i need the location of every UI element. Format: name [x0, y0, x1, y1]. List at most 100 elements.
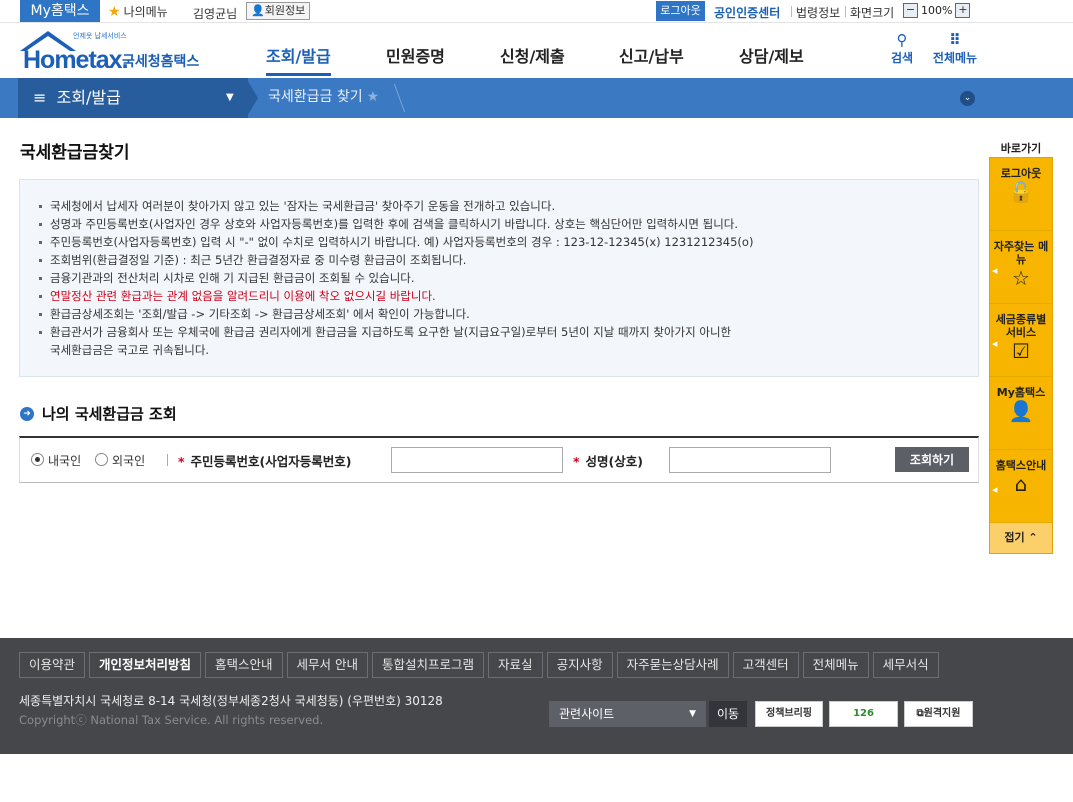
zoom-in-button[interactable]: + — [955, 3, 971, 18]
notice-box: 국세청에서 납세자 여러분이 찾아가지 않고 있는 '잠자는 국세환급금' 찾아… — [19, 179, 979, 377]
quick-my-hometax[interactable]: My홈택스 👤 — [990, 377, 1052, 450]
banner-126[interactable]: 126 — [829, 701, 898, 727]
all-menu-label: 전체메뉴 — [932, 51, 978, 65]
notice-item: 조회범위(환급결정일 기준) : 최근 5년간 환급결정자료 중 미수령 환급금… — [38, 251, 978, 269]
gnb-inquiry[interactable]: 조회/발급 — [266, 43, 331, 67]
dropdown-caret-icon: ▼ — [689, 709, 696, 719]
logo-tagline: 언제옷 납세서비스 — [73, 32, 127, 40]
radio-domestic-label: 내국인 — [48, 454, 82, 468]
member-info-button[interactable]: 👤회원정보 — [246, 2, 311, 20]
chevron-down-icon[interactable]: ⌄ — [960, 91, 975, 106]
user-name: 김영균님 — [193, 7, 238, 21]
footer-link-forms[interactable]: 세무서식 — [872, 652, 939, 678]
radio-foreign[interactable] — [95, 453, 108, 466]
name-input[interactable] — [669, 447, 831, 473]
footer-link-install[interactable]: 통합설치프로그램 — [372, 652, 485, 678]
divider — [167, 454, 168, 466]
footer-address: 세종특별자치시 국세청로 8-14 국세청(정부세종2청사 국세청동) (우편번… — [19, 694, 443, 708]
user-icon: 👤 — [1008, 399, 1034, 423]
refund-search-form: 내국인 외국인 * 주민등록번호(사업자등록번호) * 성명(상호) 조회하기 — [19, 436, 979, 483]
location-bar: ≡ 조회/발급 ▼ 국세환급금 찾기 ★ ⌄ — [0, 78, 1073, 118]
footer-link-guide[interactable]: 홈택스안내 — [205, 652, 283, 678]
logout-button[interactable]: 로그아웃 — [656, 1, 705, 21]
banner-remote-label: 원격지원 — [923, 708, 961, 719]
related-site-label: 관련사이트 — [559, 707, 615, 721]
required-mark: * — [573, 454, 580, 469]
related-site-select[interactable]: 관련사이트 ▼ — [549, 701, 706, 727]
zoom-control: − 100% + — [903, 3, 971, 18]
quick-guide-label: 홈택스안내 — [995, 459, 1047, 472]
notice-item: 금융기관과의 전산처리 시차로 인해 기 지급된 환급금이 조회될 수 있습니다… — [38, 269, 978, 287]
hometax-logo[interactable]: 언제옷 납세서비스 Hometax. 국세청홈택스 — [18, 29, 203, 74]
zoom-level: 100% — [921, 4, 953, 17]
caret-left-icon: ◀ — [992, 267, 998, 275]
breadcrumb-divider — [380, 84, 406, 112]
my-hometax-button[interactable]: My홈택스 — [20, 0, 100, 22]
grid-icon: ⠿ — [949, 31, 961, 49]
quick-tax-service[interactable]: ◀ 세금종류별 서비스 ☑ — [990, 304, 1052, 377]
cert-center-link[interactable]: 공인인증센터 — [714, 4, 780, 21]
notice-item: 주민등록번호(사업자등록번호) 입력 시 "-" 없이 수치로 입력하시기 바랍… — [38, 233, 978, 251]
person-icon: 👤 — [251, 4, 265, 17]
quick-fold-label: 접기 — [1004, 531, 1025, 544]
gnb-report-pay[interactable]: 신고/납부 — [619, 43, 684, 67]
gnb-certificate[interactable]: 민원증명 — [386, 43, 445, 67]
arrow-circle-icon: ➜ — [20, 406, 34, 421]
unlock-icon: 🔓 — [1008, 180, 1034, 204]
star-outline-icon: ☆ — [1012, 266, 1030, 290]
banner-policy-briefing[interactable]: 정책브리핑 — [755, 701, 823, 727]
footer-link-faq[interactable]: 자주묻는상담사례 — [616, 652, 729, 678]
quick-logout[interactable]: 로그아웃 🔓 — [990, 158, 1052, 231]
notice-item: 국세환급금은 국고로 귀속됩니다. — [50, 343, 210, 357]
star-icon: ★ — [108, 3, 121, 20]
quick-favorite-menu[interactable]: ◀ 자주찾는 메뉴 ☆ — [990, 231, 1052, 304]
location-depth1-label: 조회/발급 — [56, 88, 121, 107]
screen-size-label: 화면크기 — [850, 6, 895, 20]
dropdown-caret-icon: ▼ — [226, 92, 234, 103]
separator — [791, 6, 792, 17]
name-label-text: 성명(상호) — [585, 454, 643, 469]
gnb-application[interactable]: 신청/제출 — [500, 43, 565, 67]
move-button[interactable]: 이동 — [709, 701, 747, 727]
all-menu-button[interactable]: ⠿ 전체메뉴 — [930, 31, 980, 66]
notice-item: 환급관서가 금융회사 또는 우체국에 환급금 권리자에게 환급금을 지급하도록 … — [38, 323, 978, 341]
my-menu-label: 나의메뉴 — [123, 5, 168, 19]
id-number-label-text: 주민등록번호(사업자등록번호) — [190, 454, 352, 469]
location-depth1[interactable]: ≡ 조회/발급 — [18, 78, 248, 118]
zoom-out-button[interactable]: − — [903, 3, 918, 18]
footer-link-terms[interactable]: 이용약관 — [19, 652, 86, 678]
quick-hometax-guide[interactable]: ◀ 홈택스안내 ⌂ — [990, 450, 1052, 523]
footer-link-all-menu[interactable]: 전체메뉴 — [802, 652, 869, 678]
search-label: 검색 — [890, 51, 914, 65]
page-title: 국세환급금찾기 — [20, 143, 130, 163]
member-info-label: 회원정보 — [264, 4, 306, 17]
id-number-input[interactable] — [391, 447, 563, 473]
footer-link-tax-office[interactable]: 세무서 안내 — [286, 652, 369, 678]
gnb-consult[interactable]: 상담/제보 — [739, 43, 804, 67]
radio-domestic[interactable] — [31, 453, 44, 466]
footer-link-customer[interactable]: 고객센터 — [732, 652, 799, 678]
header: 언제옷 납세서비스 Hometax. 국세청홈택스 조회/발급 민원증명 신청/… — [0, 23, 1073, 78]
search-submit-button[interactable]: 조회하기 — [895, 447, 969, 472]
footer-link-notice[interactable]: 공지사항 — [546, 652, 613, 678]
gnb-active-indicator — [266, 73, 331, 76]
caret-left-icon: ◀ — [992, 340, 998, 348]
quick-fold-button[interactable]: 접기 ⌃ — [990, 523, 1052, 553]
required-mark: * — [178, 454, 185, 469]
quick-menu-title: 바로가기 — [1000, 142, 1042, 155]
favorite-star-icon[interactable]: ★ — [367, 89, 380, 105]
location-depth2[interactable]: 국세환급금 찾기 ★ — [258, 78, 379, 118]
banner-remote-support[interactable]: ⧉원격지원 — [904, 701, 973, 727]
quick-logout-label: 로그아웃 — [1000, 167, 1042, 180]
quick-menu: 바로가기 로그아웃 🔓 ◀ 자주찾는 메뉴 ☆ ◀ 세금종류별 서비스 ☑ My… — [989, 140, 1053, 554]
notice-item: 국세청에서 납세자 여러분이 찾아가지 않고 있는 '잠자는 국세환급금' 찾아… — [38, 197, 978, 215]
name-label: * 성명(상호) — [573, 451, 643, 470]
quick-my-hometax-label: My홈택스 — [996, 386, 1046, 399]
radio-foreign-label: 외국인 — [112, 454, 146, 468]
my-menu-link[interactable]: ★ 나의메뉴 — [108, 3, 168, 20]
footer-link-archive[interactable]: 자료실 — [488, 652, 543, 678]
law-info-link[interactable]: 법령정보 — [796, 4, 840, 21]
checkbox-icon: ☑ — [1012, 339, 1030, 363]
footer-link-privacy[interactable]: 개인정보처리방침 — [89, 652, 202, 678]
search-button[interactable]: ⚲ 검색 — [889, 31, 915, 66]
